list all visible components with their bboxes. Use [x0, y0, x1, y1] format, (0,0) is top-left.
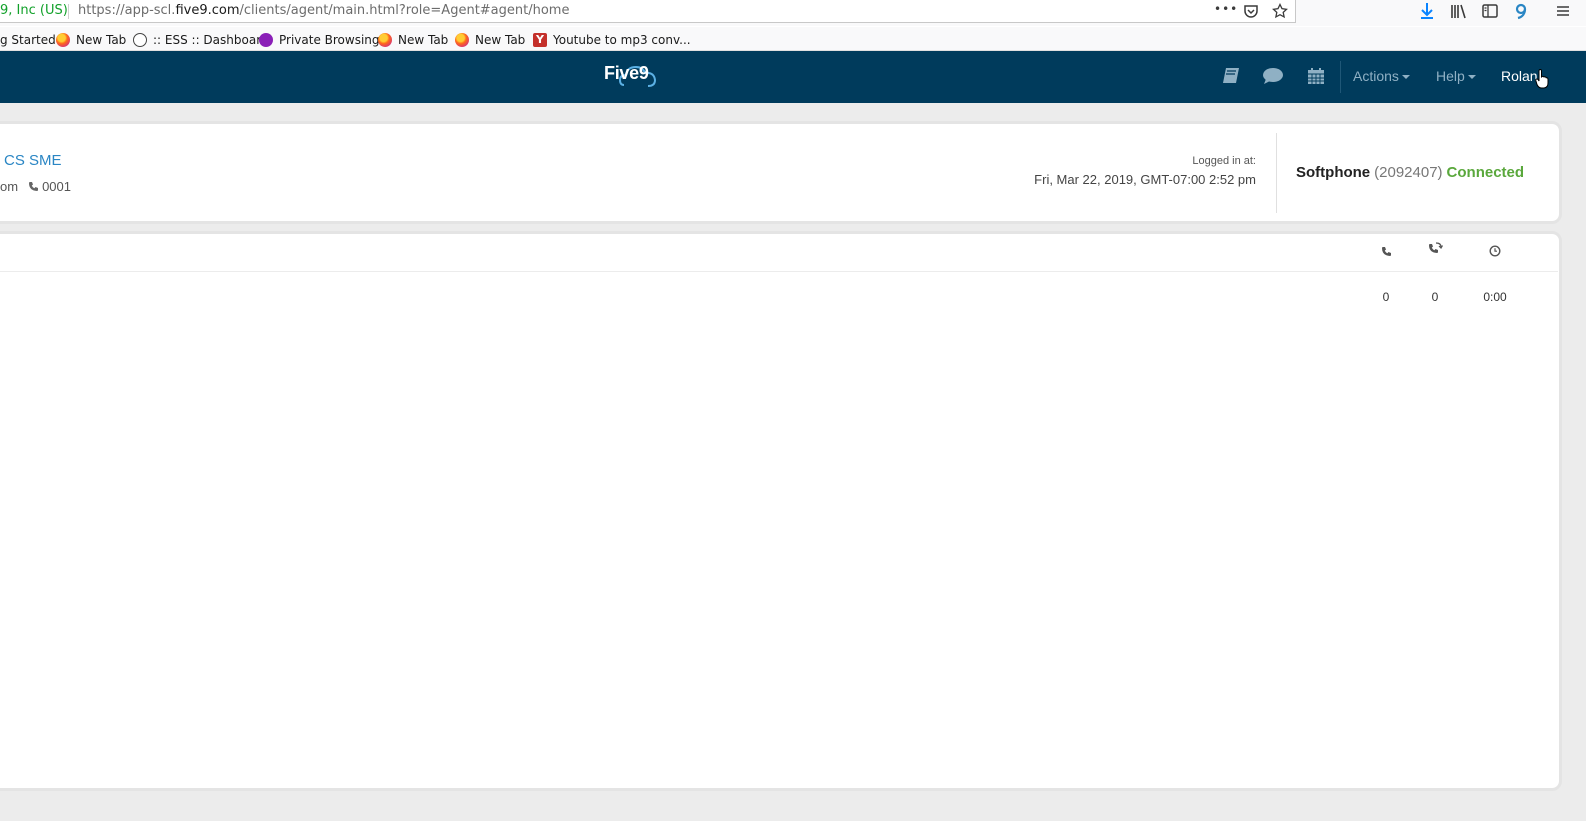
download-icon[interactable] — [1416, 0, 1438, 22]
bookmark-label: g Started — [0, 33, 56, 47]
bookmark-star-icon[interactable] — [1269, 0, 1291, 22]
firefox-icon — [455, 33, 469, 47]
stats-panel — [0, 231, 1562, 791]
private-browsing-icon — [259, 33, 273, 47]
page-actions-icon[interactable]: ••• — [1214, 2, 1238, 16]
actions-menu[interactable]: Actions — [1353, 68, 1410, 84]
bookmark-label: :: ESS :: Dashboard — [153, 33, 269, 47]
help-menu-label: Help — [1436, 68, 1465, 84]
browser-toolbar: 9, Inc (US) https://app-scl.five9.com/cl… — [0, 0, 1586, 26]
logged-in-label: Logged in at: — [1192, 155, 1256, 167]
bookmarks-toolbar: g Started New Tab :: ESS :: Dashboard Pr… — [0, 27, 1586, 51]
sidebar-icon[interactable] — [1479, 0, 1501, 22]
scripts-book-icon[interactable] — [1220, 66, 1242, 86]
bookmark-youtube-to-mp3[interactable]: Y Youtube to mp3 conv... — [533, 31, 691, 49]
agent-email-fragment: om — [0, 179, 19, 194]
bookmark-label: Youtube to mp3 conv... — [553, 33, 691, 47]
url-separator — [68, 4, 69, 19]
extension: 0001 — [28, 179, 71, 194]
softphone-label: Softphone — [1296, 164, 1371, 181]
softphone-status[interactable]: Softphone (2092407) Connected — [1296, 164, 1524, 181]
bookmark-label: New Tab — [76, 33, 127, 47]
url-path: /clients/agent/main.html?role=Agent#agen… — [239, 3, 570, 18]
softphone-number: (2092407) — [1374, 164, 1443, 181]
panel-divider — [1276, 133, 1277, 213]
extension-number: 0001 — [42, 179, 71, 194]
firefox-icon — [56, 33, 70, 47]
caret-down-icon — [1401, 75, 1410, 80]
app-header — [0, 51, 1586, 103]
user-menu[interactable]: Rolan — [1501, 68, 1538, 84]
clock-icon — [1487, 243, 1503, 259]
y-icon: Y — [533, 33, 547, 47]
five9-extension-icon[interactable] — [1510, 0, 1532, 22]
phone-icon — [29, 182, 39, 191]
bookmark-new-tab[interactable]: New Tab — [56, 31, 126, 49]
hand-cursor-icon — [1535, 69, 1549, 89]
bookmark-new-tab[interactable]: New Tab — [378, 31, 448, 49]
calendar-icon[interactable] — [1305, 66, 1327, 86]
connection-status: Connected — [1446, 164, 1525, 181]
actions-menu-label: Actions — [1353, 68, 1399, 84]
calls-count: 0 — [1382, 290, 1390, 304]
agent-name-link[interactable]: CS SME — [4, 152, 62, 169]
handle-time: 0:00 — [1483, 290, 1507, 304]
library-icon[interactable] — [1448, 0, 1470, 22]
globe-icon — [133, 33, 147, 47]
chat-icon[interactable] — [1262, 66, 1284, 86]
address-bar[interactable]: 9, Inc (US) https://app-scl.five9.com/cl… — [0, 0, 1296, 23]
site-identity[interactable]: 9, Inc (US) — [0, 3, 68, 18]
bookmark-getting-started[interactable]: g Started — [0, 31, 56, 49]
bookmark-label: New Tab — [475, 33, 526, 47]
five9-logo[interactable]: Five9 — [604, 63, 649, 84]
callbacks-count: 0 — [1431, 290, 1439, 304]
header-divider — [1340, 61, 1341, 93]
stats-divider — [0, 271, 1558, 272]
bookmark-label: New Tab — [398, 33, 449, 47]
caret-down-icon — [1467, 75, 1476, 80]
phone-icon — [1378, 243, 1394, 259]
bookmark-label: Private Browsing — [279, 33, 380, 47]
bookmark-private-browsing[interactable]: Private Browsing — [259, 31, 380, 49]
bookmark-new-tab[interactable]: New Tab — [455, 31, 525, 49]
bookmark-ess-dashboard[interactable]: :: ESS :: Dashboard — [133, 31, 269, 49]
pocket-icon[interactable] — [1240, 0, 1262, 22]
agent-meta: om 0001 — [0, 179, 71, 194]
url-prefix: https://app-scl. — [78, 3, 176, 18]
url-host: five9.com — [175, 3, 240, 18]
logged-in-time: Fri, Mar 22, 2019, GMT-07:00 2:52 pm — [1034, 172, 1256, 187]
firefox-icon — [378, 33, 392, 47]
callback-icon — [1427, 241, 1443, 257]
menu-icon[interactable] — [1552, 0, 1574, 22]
help-menu[interactable]: Help — [1436, 68, 1476, 84]
url-text[interactable]: https://app-scl.five9.com/clients/agent/… — [78, 3, 569, 18]
